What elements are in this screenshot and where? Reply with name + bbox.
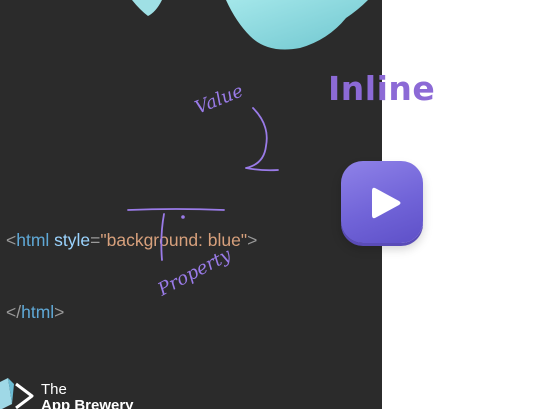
app-brewery-logo-icon xyxy=(0,378,34,409)
brand-name: The App Brewery xyxy=(41,382,134,409)
brand-line-2: App Brewery xyxy=(41,397,134,409)
property-annotation: Property xyxy=(154,244,236,301)
slide-title: Inline xyxy=(328,69,436,108)
brand-line-1: The xyxy=(41,381,67,398)
code-panel: <html style="background: blue"> </html> … xyxy=(0,0,382,409)
value-annotation: Value xyxy=(192,80,246,118)
play-icon xyxy=(372,187,401,219)
handwritten-annotations: Value Property xyxy=(127,80,279,301)
play-button[interactable] xyxy=(341,161,423,243)
